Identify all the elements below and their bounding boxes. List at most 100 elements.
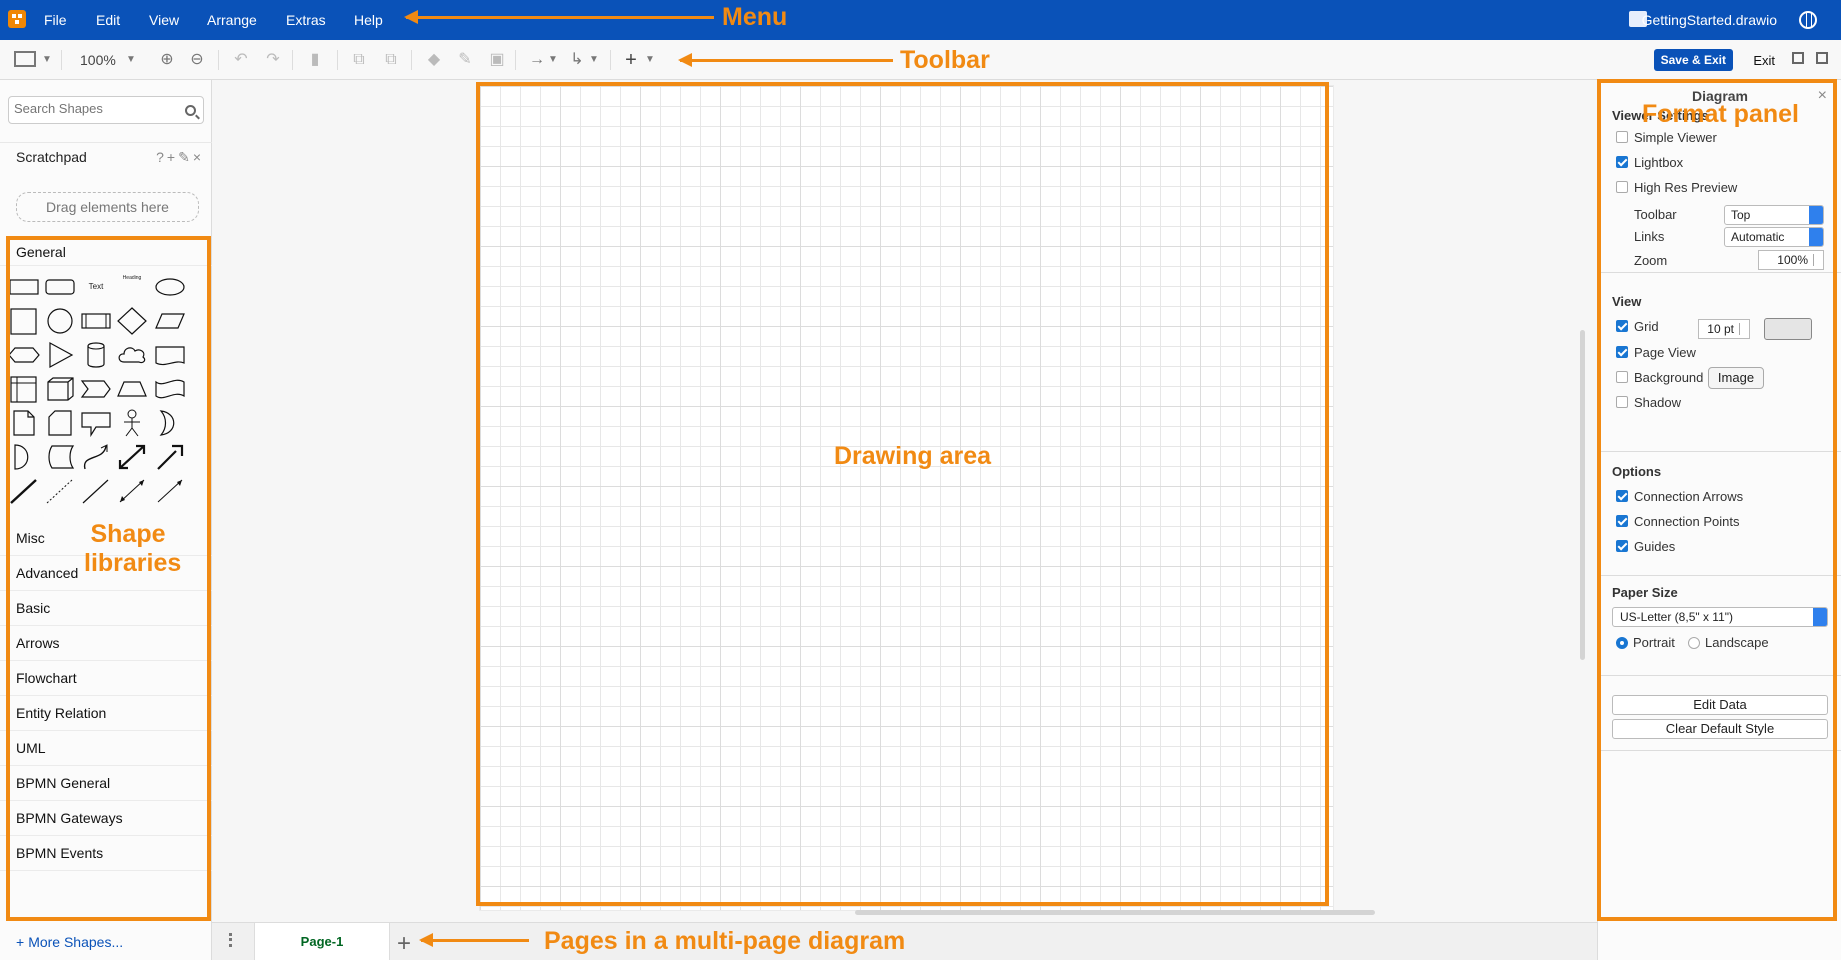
triangle-shape[interactable] — [44, 340, 76, 370]
radio-button[interactable] — [1688, 637, 1700, 649]
background-image-button[interactable]: Image — [1708, 367, 1764, 389]
bidirectional-connector-shape[interactable] — [116, 476, 148, 506]
ellipse-shape[interactable] — [154, 272, 186, 302]
trapezoid-shape[interactable] — [116, 374, 148, 404]
scratchpad-header[interactable]: Scratchpad ?+✎× — [0, 142, 212, 170]
checkbox[interactable] — [1616, 181, 1628, 193]
page-menu-icon[interactable] — [229, 933, 232, 947]
scratchpad-drop-zone[interactable]: Drag elements here — [16, 192, 199, 222]
hexagon-shape[interactable] — [8, 340, 40, 370]
library-basic[interactable]: Basic — [0, 591, 212, 626]
parallelogram-shape[interactable] — [154, 306, 186, 336]
diamond-shape[interactable] — [116, 306, 148, 336]
directional-connector-shape[interactable] — [154, 476, 186, 506]
library-bpmn-gateways[interactable]: BPMN Gateways — [0, 801, 212, 836]
drawing-canvas[interactable] — [212, 80, 1597, 922]
menu-help[interactable]: Help — [354, 12, 383, 28]
exit-button[interactable]: Exit — [1753, 53, 1775, 68]
toolbar-position-select[interactable]: Top — [1724, 205, 1824, 225]
dashed-line-shape[interactable] — [44, 476, 76, 506]
card-shape[interactable] — [44, 408, 76, 438]
search-icon[interactable] — [185, 105, 196, 116]
curve-arrow-shape[interactable] — [80, 442, 112, 472]
vertical-scrollbar[interactable] — [1580, 330, 1585, 660]
circle-shape[interactable] — [44, 306, 76, 336]
library-general-header[interactable]: General — [0, 236, 212, 266]
paper-size-select[interactable]: US-Letter (8,5" x 11") — [1612, 607, 1828, 627]
document-shape[interactable] — [154, 340, 186, 370]
checkbox[interactable] — [1616, 320, 1628, 332]
checkbox[interactable] — [1616, 371, 1628, 383]
zoom-dropdown[interactable]: 100% — [80, 52, 116, 68]
save-exit-button[interactable]: Save & Exit — [1653, 49, 1733, 71]
thick-line-shape[interactable] — [8, 476, 40, 506]
checkbox[interactable] — [1616, 490, 1628, 502]
radio-button[interactable] — [1616, 637, 1628, 649]
zoom-in-icon[interactable]: ⊕ — [158, 51, 176, 69]
zoom-out-icon[interactable]: ⊖ — [188, 51, 206, 69]
chevron-down-icon[interactable]: ▼ — [122, 51, 140, 69]
checkbox[interactable] — [1616, 131, 1628, 143]
waypoints-icon[interactable]: ↳ — [568, 51, 586, 69]
portrait-radio[interactable]: Portrait — [1616, 635, 1675, 650]
search-input[interactable] — [14, 101, 174, 116]
panel-toggle-icon[interactable] — [1816, 52, 1828, 64]
line-shape[interactable] — [80, 476, 112, 506]
clear-default-style-button[interactable]: Clear Default Style — [1612, 719, 1828, 739]
fill-color-icon[interactable]: ◆ — [425, 51, 443, 69]
checkbox[interactable] — [1616, 346, 1628, 358]
square-shape[interactable] — [8, 306, 40, 336]
edit-data-button[interactable]: Edit Data — [1612, 695, 1828, 715]
note-shape[interactable] — [8, 408, 40, 438]
menu-extras[interactable]: Extras — [286, 12, 326, 28]
shadow-icon[interactable]: ▣ — [488, 51, 506, 69]
data-storage-shape[interactable] — [44, 442, 76, 472]
heading-shape[interactable]: Heading — [116, 272, 148, 302]
menu-edit[interactable]: Edit — [96, 12, 120, 28]
chevron-down-icon[interactable]: ▼ — [544, 51, 562, 69]
to-front-icon[interactable]: ⧉ — [350, 51, 368, 69]
rectangle-shape[interactable] — [8, 272, 40, 302]
library-bpmn-general[interactable]: BPMN General — [0, 766, 212, 801]
chevron-down-icon[interactable]: ▼ — [38, 51, 56, 69]
horizontal-scrollbar[interactable] — [855, 910, 1375, 915]
fullscreen-icon[interactable] — [1792, 52, 1804, 64]
language-globe-icon[interactable] — [1799, 11, 1817, 29]
library-uml[interactable]: UML — [0, 731, 212, 766]
checkbox[interactable] — [1616, 515, 1628, 527]
menu-file[interactable]: File — [44, 12, 67, 28]
landscape-radio[interactable]: Landscape — [1688, 635, 1769, 650]
step-shape[interactable] — [80, 374, 112, 404]
checkbox[interactable] — [1616, 540, 1628, 552]
chevron-down-icon[interactable]: ▼ — [641, 51, 659, 69]
insert-plus-icon[interactable]: + — [622, 50, 640, 70]
cloud-shape[interactable] — [116, 340, 148, 370]
checkbox[interactable] — [1616, 156, 1628, 168]
grid-color-swatch[interactable] — [1764, 318, 1812, 340]
library-arrows[interactable]: Arrows — [0, 626, 212, 661]
bidirectional-arrow-shape[interactable] — [116, 442, 148, 472]
menu-arrange[interactable]: Arrange — [207, 12, 257, 28]
rounded-rectangle-shape[interactable] — [44, 272, 76, 302]
grid-size-input[interactable]: 10 pt — [1698, 319, 1750, 339]
redo-icon[interactable]: ↷ — [264, 51, 282, 69]
scratchpad-tools[interactable]: ?+✎× — [156, 149, 204, 166]
links-select[interactable]: Automatic — [1724, 227, 1824, 247]
delete-icon[interactable]: ▮ — [306, 51, 324, 69]
process-shape[interactable] — [80, 306, 112, 336]
cube-shape[interactable] — [44, 374, 76, 404]
to-back-icon[interactable]: ⧉ — [382, 51, 400, 69]
menu-view[interactable]: View — [149, 12, 179, 28]
library-entity-relation[interactable]: Entity Relation — [0, 696, 212, 731]
text-shape[interactable]: Text — [80, 272, 112, 302]
checkbox[interactable] — [1616, 396, 1628, 408]
format-panel-toggle-icon[interactable] — [14, 51, 36, 67]
close-icon[interactable]: × — [1818, 87, 1827, 105]
or-shape[interactable] — [154, 408, 186, 438]
cylinder-shape[interactable] — [80, 340, 112, 370]
add-page-plus-icon[interactable]: + — [397, 930, 411, 958]
file-title[interactable]: GettingStarted.drawio — [1642, 12, 1777, 28]
page-tab[interactable]: Page-1 — [254, 923, 390, 960]
actor-shape[interactable] — [116, 408, 148, 438]
library-bpmn-events[interactable]: BPMN Events — [0, 836, 212, 871]
